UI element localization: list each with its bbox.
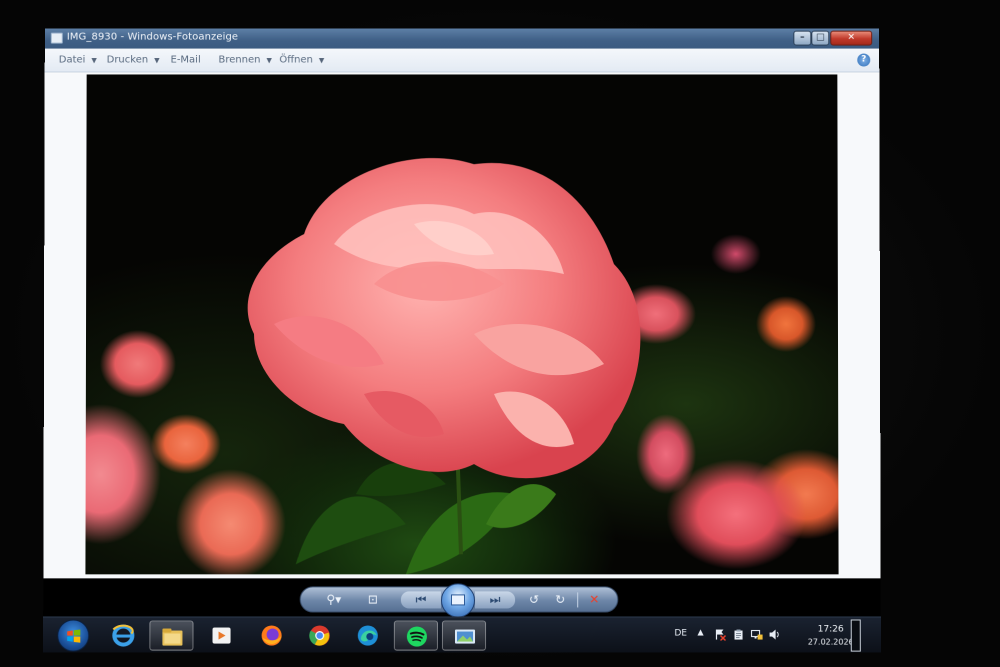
- menu-label: Öffnen: [279, 54, 313, 66]
- menu-drucken[interactable]: Drucken ▼: [107, 55, 160, 66]
- firefox-icon: [261, 625, 282, 646]
- menu-oeffnen[interactable]: Öffnen ▼: [279, 55, 324, 66]
- menu-brennen[interactable]: Brennen ▼: [218, 55, 271, 66]
- taskbar-firefox[interactable]: [250, 620, 294, 650]
- maximize-button[interactable]: □: [811, 30, 830, 46]
- rotate-left-icon[interactable]: ↺: [525, 591, 543, 608]
- taskbar-photo-viewer[interactable]: [441, 620, 487, 651]
- viewer-controls: ⚲▾ ⊡ ⏮ ⏭ ↺ ↻ ✕: [299, 583, 619, 618]
- monitor-screen: IMG_8930 - Windows-Fotoanzeige – □ ✕ Dat…: [43, 28, 881, 653]
- delete-icon[interactable]: ✕: [585, 591, 603, 608]
- maximize-icon: □: [816, 32, 825, 43]
- taskbar-chrome[interactable]: [298, 620, 342, 650]
- chrome-icon: [309, 625, 330, 646]
- start-button[interactable]: [57, 619, 90, 652]
- slideshow-button[interactable]: [440, 583, 476, 618]
- previous-button[interactable]: ⏮: [400, 591, 441, 609]
- title-bar[interactable]: IMG_8930 - Windows-Fotoanzeige – □ ✕: [44, 28, 880, 49]
- taskbar-file-explorer[interactable]: [149, 620, 194, 651]
- chevron-down-icon: ▼: [266, 56, 272, 65]
- next-button[interactable]: ⏭: [475, 591, 516, 609]
- photo-viewer-icon: [454, 629, 476, 644]
- slideshow-icon: [450, 594, 466, 606]
- taskbar-edge[interactable]: [346, 620, 390, 650]
- system-tray: DE ▲ 17:26 27.02.2026: [664, 617, 880, 652]
- menu-label: Drucken: [106, 54, 149, 66]
- help-button[interactable]: ?: [857, 53, 871, 67]
- taskbar-internet-explorer[interactable]: [101, 620, 145, 650]
- close-icon: ✕: [847, 32, 855, 43]
- language-indicator[interactable]: DE: [674, 629, 687, 639]
- close-button[interactable]: ✕: [830, 30, 873, 46]
- minimize-icon: –: [800, 32, 805, 43]
- app-icon: [50, 32, 63, 44]
- menu-email[interactable]: E-Mail: [171, 55, 201, 66]
- menu-datei[interactable]: Datei ▼: [59, 55, 97, 66]
- folder-icon: [162, 628, 183, 646]
- clipboard-icon[interactable]: [733, 629, 745, 641]
- minimize-button[interactable]: –: [793, 30, 812, 46]
- network-icon[interactable]: [751, 629, 763, 641]
- edge-icon: [357, 625, 378, 646]
- window-title: IMG_8930 - Windows-Fotoanzeige: [66, 31, 239, 43]
- action-center-icon[interactable]: [714, 629, 726, 641]
- windows-logo-icon: [67, 629, 81, 643]
- media-player-icon: [212, 627, 231, 644]
- taskbar-media-player[interactable]: [199, 620, 243, 650]
- menu-label: Brennen: [218, 54, 261, 66]
- image-viewport: [43, 73, 881, 579]
- show-hidden-icons-icon[interactable]: ▲: [697, 628, 703, 637]
- zoom-icon[interactable]: ⚲▾: [319, 591, 349, 608]
- menu-bar: Datei ▼ Drucken ▼ E-Mail Brennen ▼ Öffnen ▼ …: [44, 48, 880, 73]
- menu-label: Datei: [58, 54, 86, 66]
- taskbar: DE ▲ 17:26 27.02.2026: [43, 616, 881, 653]
- volume-icon[interactable]: [769, 629, 781, 641]
- photo-viewer-window: IMG_8930 - Windows-Fotoanzeige – □ ✕ Dat…: [43, 28, 881, 579]
- internet-explorer-icon: [111, 624, 135, 648]
- chevron-down-icon: ▼: [154, 56, 160, 65]
- chevron-down-icon: ▼: [91, 56, 97, 65]
- clock-date[interactable]: 27.02.2026: [805, 638, 857, 647]
- show-desktop-button[interactable]: [850, 619, 861, 652]
- rose-photo[interactable]: [85, 74, 839, 575]
- taskbar-spotify[interactable]: [393, 620, 438, 651]
- spotify-icon: [406, 626, 429, 647]
- separator: [577, 592, 579, 608]
- clock-time[interactable]: 17:26: [811, 625, 851, 635]
- actual-size-icon[interactable]: ⊡: [363, 591, 383, 608]
- rotate-right-icon[interactable]: ↻: [551, 591, 569, 608]
- chevron-down-icon: ▼: [318, 56, 325, 65]
- menu-label: E-Mail: [170, 54, 201, 66]
- rose-graphic: [247, 158, 641, 478]
- photo-of-monitor: IMG_8930 - Windows-Fotoanzeige – □ ✕ Dat…: [0, 0, 1000, 667]
